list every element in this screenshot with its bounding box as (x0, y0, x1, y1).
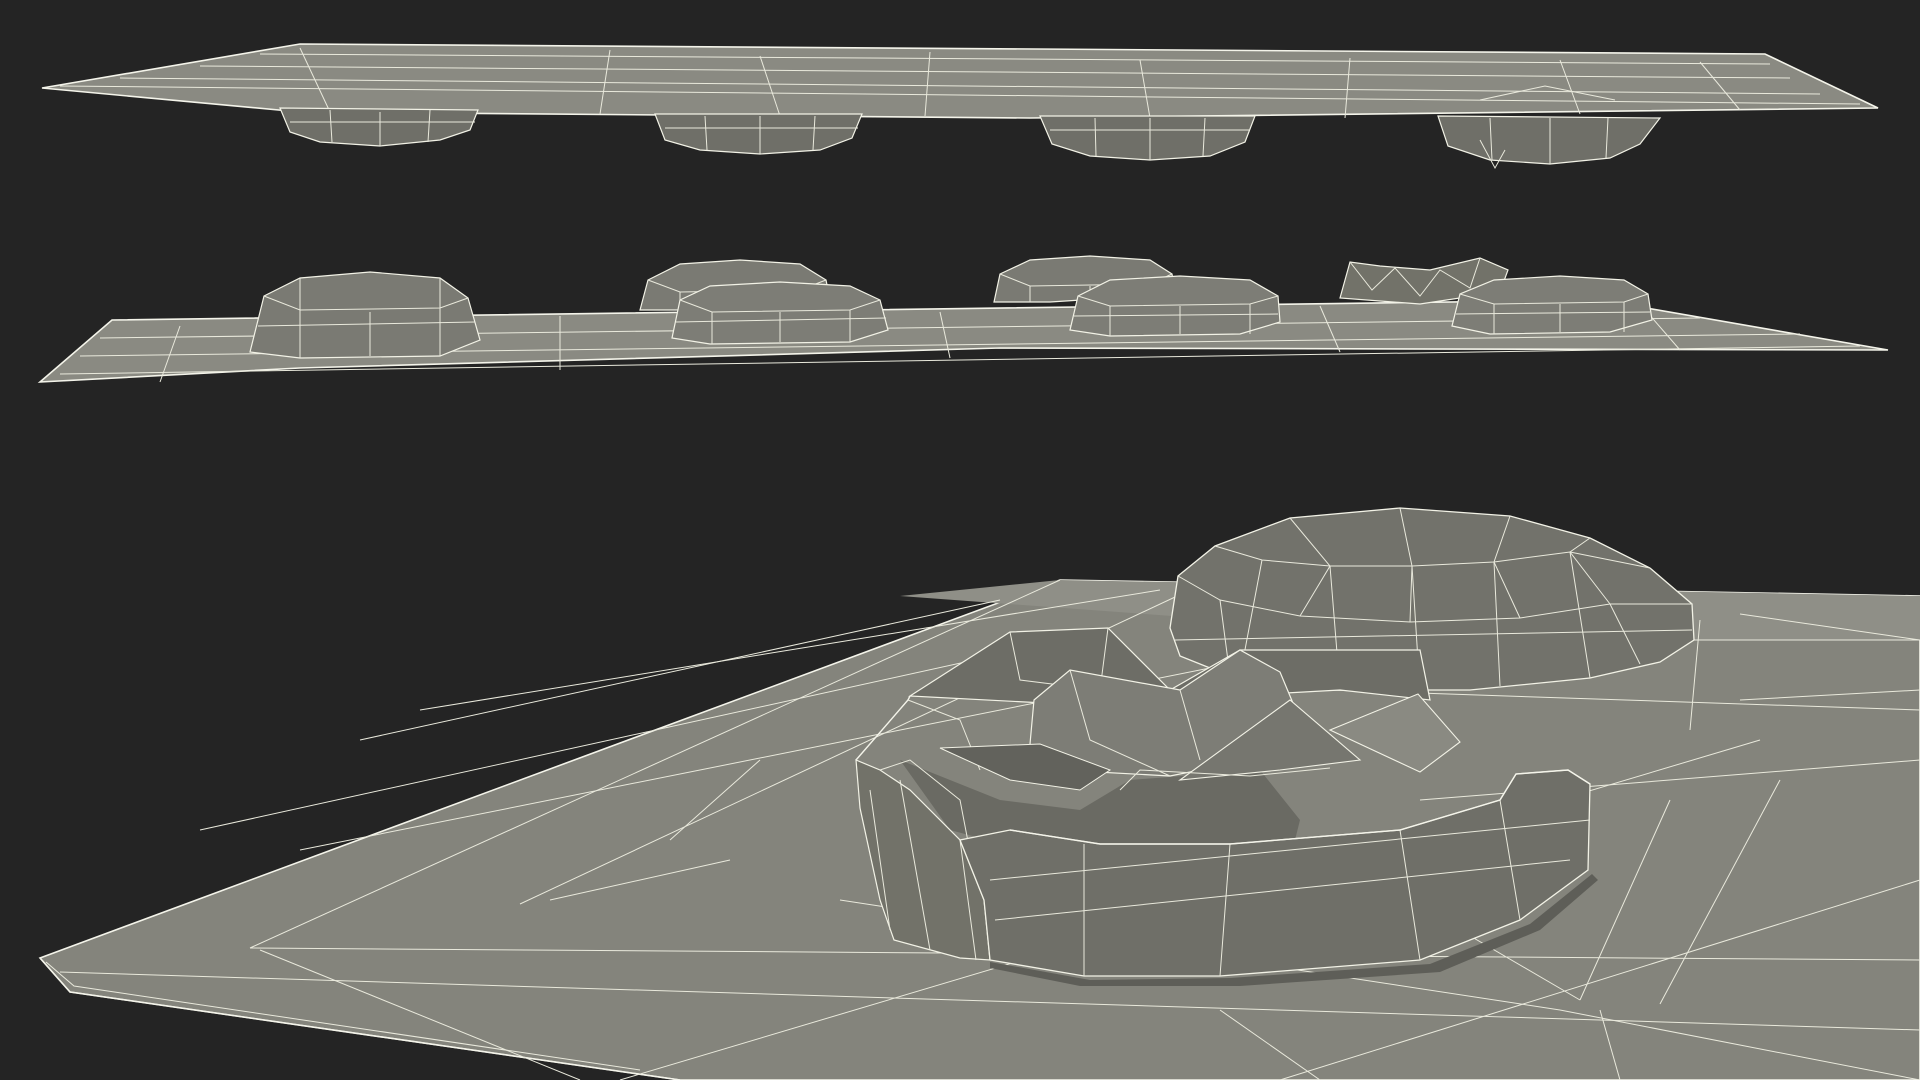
underside-cavity-2 (654, 113, 863, 155)
blister-strip-underside (41, 43, 1879, 170)
strip-underside-sheet (41, 43, 1879, 119)
underside-cavity-1 (279, 107, 479, 147)
blister-strip-overside (37, 255, 1889, 383)
overside-dome-3-front (1069, 275, 1281, 337)
overside-dome-4-front (1451, 275, 1653, 335)
overside-dome-1 (249, 271, 481, 359)
underside-cavity-3 (1039, 115, 1256, 161)
overside-dome-2-front (671, 281, 889, 345)
wireframe-render (37, 43, 1920, 1080)
viewport (0, 0, 1920, 1080)
closeup-blister (38, 507, 1920, 1080)
